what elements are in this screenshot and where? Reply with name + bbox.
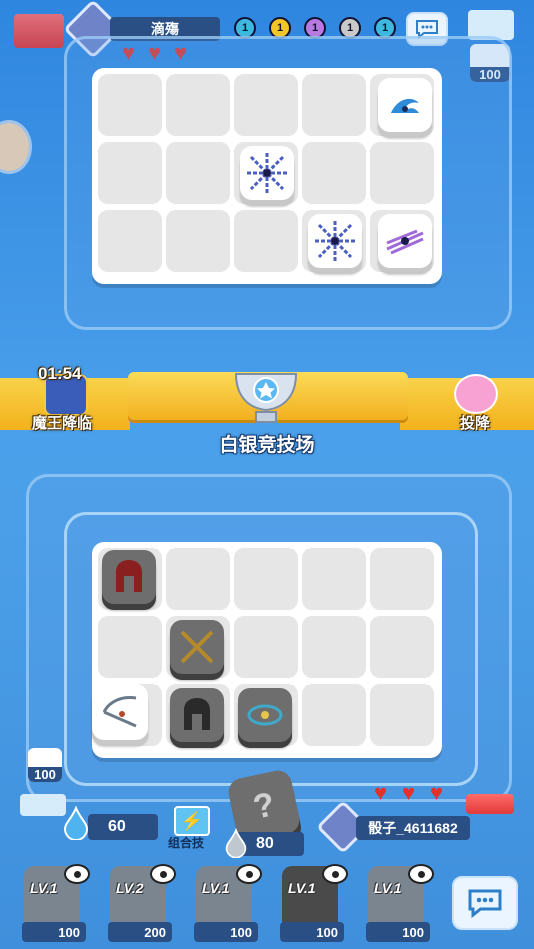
board-cell <box>98 616 162 678</box>
opponent-board <box>92 68 442 284</box>
boss-timer: 01:54 <box>38 364 82 383</box>
board-cell <box>98 142 162 204</box>
player-name: 骰子_4611682 <box>356 816 470 840</box>
board-cell <box>302 684 366 746</box>
board-cell <box>370 684 434 746</box>
sp-value: 60 <box>108 818 126 835</box>
combo-skill-button[interactable]: ⚡ 组合技 <box>168 806 210 850</box>
trophy-icon <box>226 370 306 428</box>
pink-flag-icon <box>454 374 498 414</box>
board-cell <box>166 210 230 272</box>
deck-level: LV.1 <box>374 880 402 896</box>
sp-counter: 60 <box>88 814 158 840</box>
deck-cost: 200 <box>108 922 172 942</box>
board-cell <box>98 210 162 272</box>
summon-dice-button[interactable]: ? 80 <box>225 768 304 858</box>
board-cell <box>370 616 434 678</box>
player-heart-icon: ♥ <box>374 780 388 805</box>
board-cell <box>166 548 230 610</box>
deck-cost: 100 <box>280 922 344 942</box>
warrior-dice[interactable] <box>170 688 224 742</box>
lightning-book-icon: ⚡ <box>174 806 210 836</box>
crossbow-dice[interactable] <box>170 620 224 674</box>
eye-icon[interactable] <box>236 864 262 884</box>
board-cell <box>98 74 162 136</box>
board-cell <box>370 142 434 204</box>
chain-dice <box>240 146 294 200</box>
deck-slot[interactable]: LV.1 100 <box>22 864 90 942</box>
board-cell <box>234 74 298 136</box>
spartan-helmet-icon <box>116 560 142 592</box>
chat-bubble-icon <box>468 889 502 918</box>
chain-icon <box>247 153 287 193</box>
eye-icon[interactable] <box>64 864 90 884</box>
player-side-value-badge: 100 <box>28 748 62 782</box>
player-side-value: 100 <box>28 767 62 782</box>
spartan-helmet-icon <box>184 698 210 730</box>
eye-icon[interactable] <box>150 864 176 884</box>
wave-icon <box>391 98 419 113</box>
water-drop-icon <box>63 806 89 840</box>
board-cell <box>302 74 366 136</box>
deck-slot[interactable]: LV.1 100 <box>194 864 262 942</box>
eye-icon[interactable] <box>322 864 348 884</box>
emote-chat-button[interactable] <box>452 876 518 930</box>
player-left-tower <box>20 794 66 816</box>
deck-level: LV.2 <box>116 880 144 896</box>
bow-arrow-icon <box>102 696 137 728</box>
board-cell <box>370 548 434 610</box>
lightning-dice <box>378 214 432 268</box>
deck-cost: 100 <box>366 922 430 942</box>
board-cell <box>234 548 298 610</box>
summon-cost: 80 <box>256 835 274 852</box>
friend-avatar[interactable] <box>0 120 32 174</box>
board-cell <box>166 74 230 136</box>
player-right-tower <box>466 794 514 814</box>
deck-level: LV.1 <box>30 880 58 896</box>
chain-icon <box>315 221 355 261</box>
chain-dice <box>308 214 362 268</box>
deck-level: LV.1 <box>202 880 230 896</box>
deck-slot[interactable]: LV.1 100 <box>280 864 348 942</box>
deck-slot[interactable]: LV.1 100 <box>366 864 434 942</box>
warrior-dice[interactable] <box>102 550 156 604</box>
water-dice <box>378 78 432 132</box>
water-drop-icon <box>225 828 247 858</box>
combo-skill-label: 组合技 <box>168 836 205 850</box>
deck-cost: 100 <box>22 922 86 942</box>
arena-name: 白银竞技场 <box>219 435 315 456</box>
purple-bolt-icon <box>386 229 424 255</box>
player-heart-icon: ♥ <box>402 780 416 805</box>
board-cell <box>302 548 366 610</box>
player-heart-icon: ♥ <box>430 780 444 805</box>
board-cell <box>166 142 230 204</box>
board-cell <box>302 616 366 678</box>
board-cell <box>302 142 366 204</box>
deck-level: LV.1 <box>288 880 316 896</box>
eye-dice[interactable] <box>238 688 292 742</box>
mystic-eye-icon <box>247 704 283 726</box>
board-cell <box>234 210 298 272</box>
opponent-side-tower <box>14 14 64 48</box>
board-cell <box>234 616 298 678</box>
deck-slot[interactable]: LV.2 200 <box>108 864 176 942</box>
deck-cost: 100 <box>194 922 258 942</box>
crossed-swords-icon <box>180 630 214 664</box>
eye-icon[interactable] <box>408 864 434 884</box>
surrender-button[interactable] <box>450 366 502 414</box>
selected-bow-dice[interactable] <box>92 684 148 740</box>
